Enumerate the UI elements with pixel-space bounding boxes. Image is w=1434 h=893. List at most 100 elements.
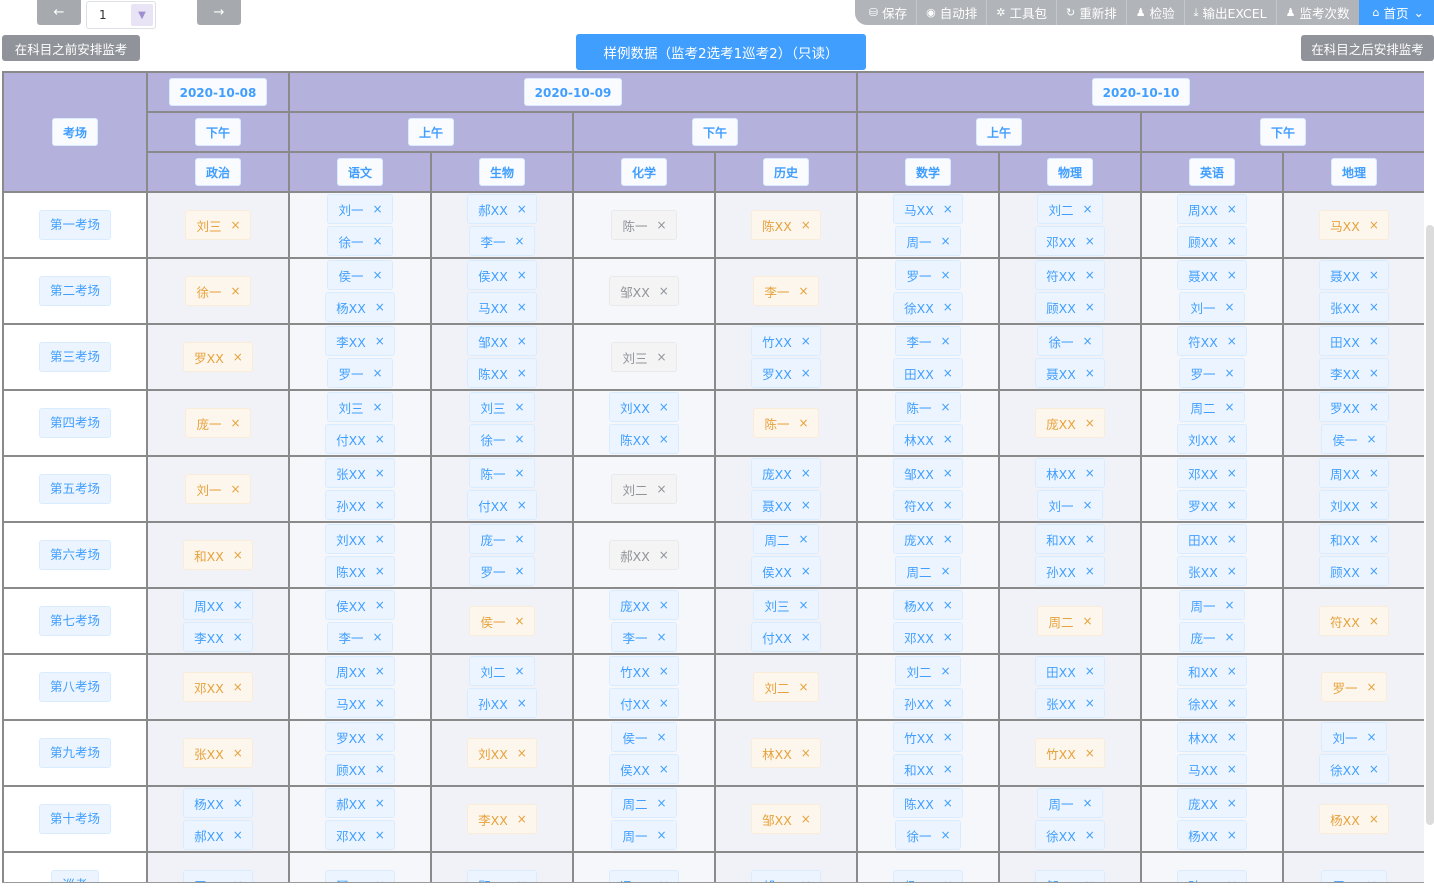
proctor-tag[interactable]: 庞一 × bbox=[1179, 622, 1245, 652]
proctor-cell[interactable]: 侯一 × bbox=[430, 587, 574, 655]
close-icon[interactable]: × bbox=[514, 466, 524, 480]
proctor-cell[interactable]: 竹XX × 罗XX × bbox=[713, 323, 859, 391]
proctor-tag[interactable]: 郝XX × bbox=[183, 820, 253, 850]
close-icon[interactable]: × bbox=[943, 432, 953, 446]
proctor-cell[interactable]: 李XX × bbox=[430, 785, 574, 853]
close-icon[interactable]: × bbox=[375, 878, 385, 882]
proctor-tag[interactable]: 邓XX × bbox=[893, 622, 963, 652]
close-icon[interactable]: × bbox=[230, 482, 240, 496]
home-button[interactable]: ⌂ 首页 ⌄ bbox=[1358, 0, 1434, 25]
proctor-tag[interactable]: 陈XX × bbox=[467, 358, 537, 388]
close-icon[interactable]: × bbox=[233, 828, 243, 842]
close-icon[interactable]: × bbox=[656, 350, 666, 364]
proctor-tag[interactable]: 郝XX × bbox=[609, 540, 679, 570]
close-icon[interactable]: × bbox=[1369, 300, 1379, 314]
proctor-tag[interactable]: 刘一 × bbox=[1037, 490, 1103, 520]
proctor-tag[interactable]: 陈XX × bbox=[609, 424, 679, 454]
proctor-tag[interactable]: 顾XX × bbox=[1319, 556, 1389, 586]
close-icon[interactable]: × bbox=[1082, 334, 1092, 348]
proctor-tag[interactable]: 周XX × bbox=[325, 656, 395, 686]
close-icon[interactable]: × bbox=[659, 696, 669, 710]
proctor-cell[interactable]: 冯XX × bbox=[572, 851, 716, 882]
proctor-tag[interactable]: 张XX × bbox=[1035, 688, 1105, 718]
proctor-cell[interactable]: 罗一 × 徐XX × bbox=[856, 257, 1001, 325]
room-label[interactable]: 第二考场 bbox=[38, 276, 111, 306]
proctor-cell[interactable]: 田XX × 张XX × bbox=[1140, 521, 1285, 589]
close-icon[interactable]: × bbox=[1085, 564, 1095, 578]
proctor-tag[interactable]: 刘三 × bbox=[753, 590, 819, 620]
proctor-tag[interactable]: 周二 × bbox=[895, 556, 961, 586]
proctor-cell[interactable]: 符XX × 顾XX × bbox=[998, 257, 1143, 325]
prev-page-button[interactable]: ← bbox=[37, 0, 81, 25]
proctor-tag[interactable]: 李一 × bbox=[895, 326, 961, 356]
proctor-cell[interactable]: 陈一 × bbox=[572, 191, 716, 259]
proctor-tag[interactable]: 刘三 × bbox=[327, 392, 393, 422]
proctor-cell[interactable]: 庞一 × 罗一 × bbox=[430, 521, 574, 589]
close-icon[interactable]: × bbox=[801, 564, 811, 578]
proctor-tag[interactable]: 符XX × bbox=[1035, 260, 1105, 290]
close-icon[interactable]: × bbox=[1369, 334, 1379, 348]
proctor-tag[interactable]: 罗XX × bbox=[751, 358, 821, 388]
proctor-tag[interactable]: 邓XX × bbox=[183, 672, 253, 702]
close-icon[interactable]: × bbox=[1085, 416, 1095, 430]
subject-header[interactable]: 物理 bbox=[1047, 158, 1094, 186]
close-icon[interactable]: × bbox=[940, 268, 950, 282]
close-icon[interactable]: × bbox=[943, 366, 953, 380]
proctor-tag[interactable]: 付XX × bbox=[467, 490, 537, 520]
proctor-tag[interactable]: 刘一 × bbox=[1321, 722, 1387, 752]
proctor-tag[interactable]: 邓XX × bbox=[1177, 458, 1247, 488]
close-icon[interactable]: × bbox=[801, 878, 811, 882]
close-icon[interactable]: × bbox=[1085, 746, 1095, 760]
proctor-cell[interactable]: 林XX × bbox=[713, 719, 859, 787]
proctor-tag[interactable]: 聂XX × bbox=[1319, 260, 1389, 290]
close-icon[interactable]: × bbox=[943, 532, 953, 546]
close-icon[interactable]: × bbox=[517, 268, 527, 282]
close-icon[interactable]: × bbox=[514, 400, 524, 414]
close-icon[interactable]: × bbox=[659, 762, 669, 776]
close-icon[interactable]: × bbox=[940, 334, 950, 348]
proctor-tag[interactable]: 李XX × bbox=[325, 326, 395, 356]
proctor-cell[interactable]: 庞XX × 李一 × bbox=[572, 587, 716, 655]
room-label[interactable]: 第一考场 bbox=[38, 210, 111, 240]
close-icon[interactable]: × bbox=[1369, 400, 1379, 414]
proctor-tag[interactable]: 刘XX × bbox=[325, 524, 395, 554]
close-icon[interactable]: × bbox=[1085, 300, 1095, 314]
close-icon[interactable]: × bbox=[375, 432, 385, 446]
close-icon[interactable]: × bbox=[801, 812, 811, 826]
close-icon[interactable]: × bbox=[1227, 334, 1237, 348]
close-icon[interactable]: × bbox=[375, 564, 385, 578]
subject-header[interactable]: 数学 bbox=[905, 158, 952, 186]
proctor-tag[interactable]: 和XX × bbox=[1319, 524, 1389, 554]
close-icon[interactable]: × bbox=[1085, 828, 1095, 842]
next-page-button[interactable]: → bbox=[197, 0, 241, 25]
close-icon[interactable]: × bbox=[1369, 366, 1379, 380]
close-icon[interactable]: × bbox=[656, 630, 666, 644]
proctor-tag[interactable]: 顾XX × bbox=[1177, 226, 1247, 256]
proctor-tag[interactable]: 刘二 × bbox=[469, 656, 535, 686]
close-icon[interactable]: × bbox=[375, 828, 385, 842]
proctor-cell[interactable]: 刘二 × bbox=[713, 653, 859, 721]
proctor-tag[interactable]: 侯XX × bbox=[751, 556, 821, 586]
proctor-cell[interactable]: 罗一 × bbox=[1282, 653, 1424, 721]
close-icon[interactable]: × bbox=[1224, 300, 1234, 314]
close-icon[interactable]: × bbox=[1369, 762, 1379, 776]
subject-header[interactable]: 化学 bbox=[620, 158, 667, 186]
proctor-tag[interactable]: 罗一 × bbox=[1321, 672, 1387, 702]
proctor-tag[interactable]: 林XX × bbox=[751, 738, 821, 768]
proctor-cell[interactable]: 刘三 × bbox=[146, 191, 290, 259]
close-icon[interactable]: × bbox=[1227, 466, 1237, 480]
proctor-tag[interactable]: 罗XX × bbox=[1177, 490, 1247, 520]
proctor-tag[interactable]: 周一 × bbox=[1321, 870, 1387, 882]
close-icon[interactable]: × bbox=[233, 878, 243, 882]
proctor-tag[interactable]: 侯一 × bbox=[469, 606, 535, 636]
close-icon[interactable]: × bbox=[798, 532, 808, 546]
proctor-tag[interactable]: 马XX × bbox=[467, 292, 537, 322]
close-icon[interactable]: × bbox=[656, 828, 666, 842]
close-icon[interactable]: × bbox=[375, 532, 385, 546]
close-icon[interactable]: × bbox=[801, 218, 811, 232]
close-icon[interactable]: × bbox=[1227, 532, 1237, 546]
proctor-cell[interactable]: 周XX × 马XX × bbox=[288, 653, 432, 721]
proctor-cell[interactable]: 庞XX × 杨XX × bbox=[1140, 785, 1285, 853]
proctor-tag[interactable]: 马XX × bbox=[1319, 210, 1389, 240]
proctor-tag[interactable]: 李XX × bbox=[183, 622, 253, 652]
